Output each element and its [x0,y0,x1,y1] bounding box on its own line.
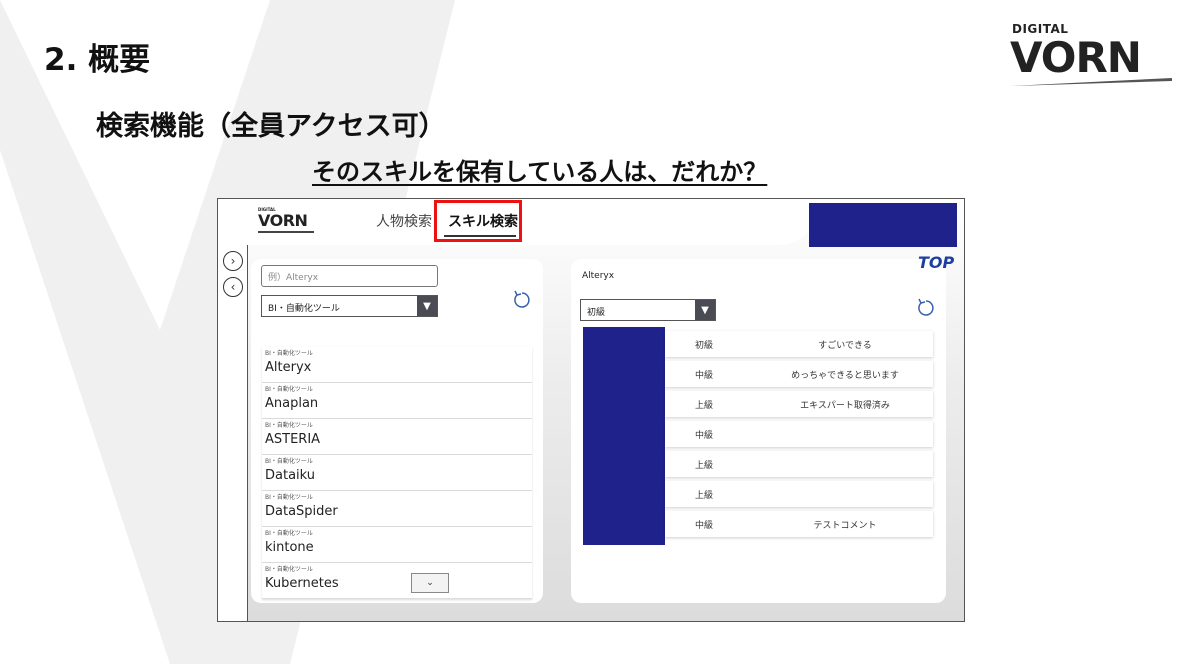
result-level: 中級 [695,521,714,531]
skill-category: BI・自動化ツール [265,422,313,429]
skill-category: BI・自動化ツール [265,566,313,573]
skill-list-item[interactable]: BI・自動化ツール Dataiku [262,455,532,491]
skill-list-item[interactable]: BI・自動化ツール ASTERIA [262,419,532,455]
skill-name: Dataiku [265,468,316,483]
result-row[interactable]: 中級 テストコメント [665,511,933,537]
chevron-left-icon[interactable]: ‹ [223,277,243,297]
reset-icon[interactable] [511,289,533,311]
skill-category: BI・自動化ツール [265,386,313,393]
result-list: 初級 すごいできる 中級 めっちゃできると思います 上級 エキスパート取得済み … [665,331,933,541]
result-level: 中級 [695,371,714,381]
skill-list-item[interactable]: BI・自動化ツール DataSpider [262,491,532,527]
level-select-value: 初級 [587,308,606,318]
app-logo-underline [258,231,314,233]
skill-holders-panel: Alteryx 初級 ▼ 初級 すごいできる 中級 めっちゃできると思います 上… [571,259,946,603]
result-row[interactable]: 上級 [665,481,933,507]
slide-title: 2. 概要 [44,42,151,78]
result-level: 中級 [695,431,714,441]
chevron-down-icon: ▼ [695,300,715,320]
result-comment: すごいできる [818,341,872,351]
chevron-right-icon[interactable]: › [223,251,243,271]
level-select[interactable]: 初級 ▼ [580,299,716,321]
result-level: 上級 [695,401,714,411]
slide-subtitle: 検索機能（全員アクセス可） [96,111,446,142]
skill-category: BI・自動化ツール [265,458,313,465]
app-logo[interactable]: DIGITAL VORN [258,207,314,237]
reset-icon[interactable] [915,297,937,319]
category-select-value: BI・自動化ツール [268,304,340,314]
result-row[interactable]: 上級 エキスパート取得済み [665,391,933,417]
skill-name: Alteryx [265,360,312,375]
skill-list-item[interactable]: BI・自動化ツール kintone [262,527,532,563]
skill-list-item[interactable]: BI・自動化ツール Anaplan [262,383,532,419]
category-select[interactable]: BI・自動化ツール ▼ [261,295,438,317]
skill-name: Anaplan [265,396,319,411]
result-row[interactable]: 中級 めっちゃできると思います [665,361,933,387]
app-screenshot: DIGITAL VORN 人物検索 スキル検索 › ‹ TOP 例）Altery… [217,198,965,622]
highlight-annotation-box [434,200,522,242]
chevron-down-icon: ▼ [417,296,437,316]
user-info-redacted [809,203,957,247]
brand-logo-big: VORN [1010,33,1142,82]
skill-search-input[interactable]: 例）Alteryx [261,265,438,287]
scroll-down-button[interactable]: ⌄ [411,573,449,593]
brand-swoosh-icon [1010,78,1172,86]
selected-skill-label: Alteryx [582,271,615,281]
slide-question: そのスキルを保有している人は、だれか？ [312,158,768,186]
result-row[interactable]: 上級 [665,451,933,477]
skill-name: kintone [265,540,314,555]
result-row[interactable]: 初級 すごいできる [665,331,933,357]
skill-search-panel: 例）Alteryx BI・自動化ツール ▼ BI・自動化ツール Alteryx … [251,259,543,603]
skill-category: BI・自動化ツール [265,350,313,357]
app-logo-big: VORN [258,211,308,230]
skill-name: DataSpider [265,504,338,519]
brand-logo: DIGITAL VORN [1010,22,1172,86]
skill-list-item[interactable]: BI・自動化ツール Kubernetes [262,563,532,599]
result-comment: めっちゃできると思います [791,371,899,381]
chevron-down-icon: ⌄ [426,578,434,588]
skill-category: BI・自動化ツール [265,494,313,501]
person-names-redacted [583,327,665,545]
skill-name: ASTERIA [265,432,321,447]
left-rail: › ‹ [218,245,248,621]
tab-person-search[interactable]: 人物検索 [376,211,432,231]
app-topbar: DIGITAL VORN 人物検索 スキル検索 [218,199,964,247]
skill-name: Kubernetes [265,576,339,591]
result-comment: エキスパート取得済み [800,401,890,411]
result-level: 上級 [695,491,714,501]
result-row[interactable]: 中級 [665,421,933,447]
result-comment: テストコメント [813,521,877,531]
result-level: 上級 [695,461,714,471]
skill-category: BI・自動化ツール [265,530,313,537]
result-level: 初級 [695,341,714,351]
skill-list-item[interactable]: BI・自動化ツール Alteryx [262,347,532,383]
skill-list: BI・自動化ツール Alteryx BI・自動化ツール Anaplan BI・自… [262,347,532,599]
top-link[interactable]: TOP [918,253,954,272]
